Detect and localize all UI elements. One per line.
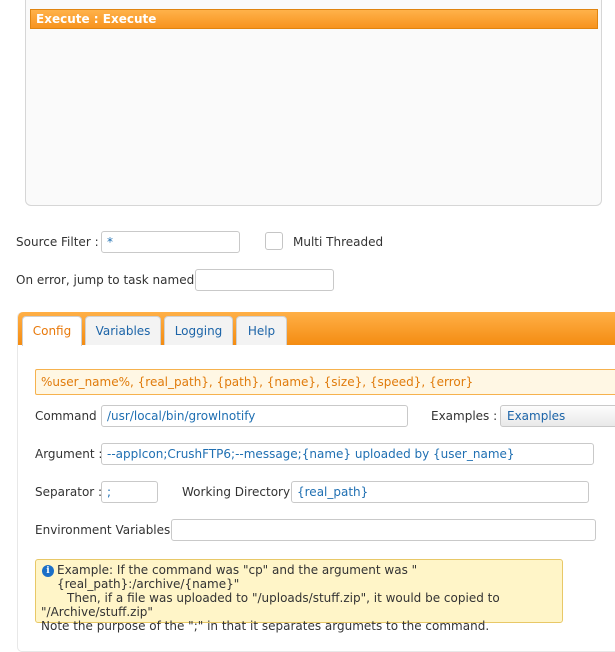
examples-label: Examples : xyxy=(431,409,498,423)
environment-variables-input[interactable] xyxy=(171,519,596,541)
help-line-3: "/Archive/stuff.zip" xyxy=(41,605,153,619)
separator-label: Separator : xyxy=(35,485,103,499)
help-note: Example: If the command was "cp" and the… xyxy=(35,559,563,633)
tab-logging[interactable]: Logging xyxy=(164,316,233,345)
task-list-item[interactable]: Execute : Execute xyxy=(30,9,598,29)
separator-input[interactable] xyxy=(101,481,158,503)
tab-help[interactable]: Help xyxy=(236,316,287,345)
multi-threaded-label: Multi Threaded xyxy=(293,235,384,249)
help-line-2: Then, if a file was uploaded to "/upload… xyxy=(67,591,500,605)
on-error-label: On error, jump to task named : xyxy=(16,273,203,287)
help-line-4: Note the purpose of the ";" in that it s… xyxy=(41,619,490,633)
multi-threaded-checkbox[interactable] xyxy=(265,232,283,250)
command-label: Command : xyxy=(35,409,105,423)
examples-dropdown[interactable]: Examples xyxy=(500,405,615,427)
source-filter-input[interactable] xyxy=(101,231,240,253)
variables-hint: %user_name%, {real_path}, {path}, {name}… xyxy=(35,369,615,395)
argument-label: Argument : xyxy=(35,447,103,461)
command-input[interactable] xyxy=(101,405,408,427)
argument-input[interactable] xyxy=(101,443,594,465)
tab-config[interactable]: Config xyxy=(22,316,82,346)
source-filter-label: Source Filter : xyxy=(16,235,99,249)
help-line-1: Example: If the command was "cp" and the… xyxy=(57,563,418,591)
working-directory-input[interactable] xyxy=(291,481,589,503)
working-directory-label: Working Directory : xyxy=(182,485,298,499)
environment-variables-label: Environment Variables : xyxy=(35,523,179,537)
info-icon: i xyxy=(42,565,54,577)
task-list-panel xyxy=(25,0,602,206)
tab-variables[interactable]: Variables xyxy=(85,316,161,345)
on-error-task-input[interactable] xyxy=(195,269,334,291)
